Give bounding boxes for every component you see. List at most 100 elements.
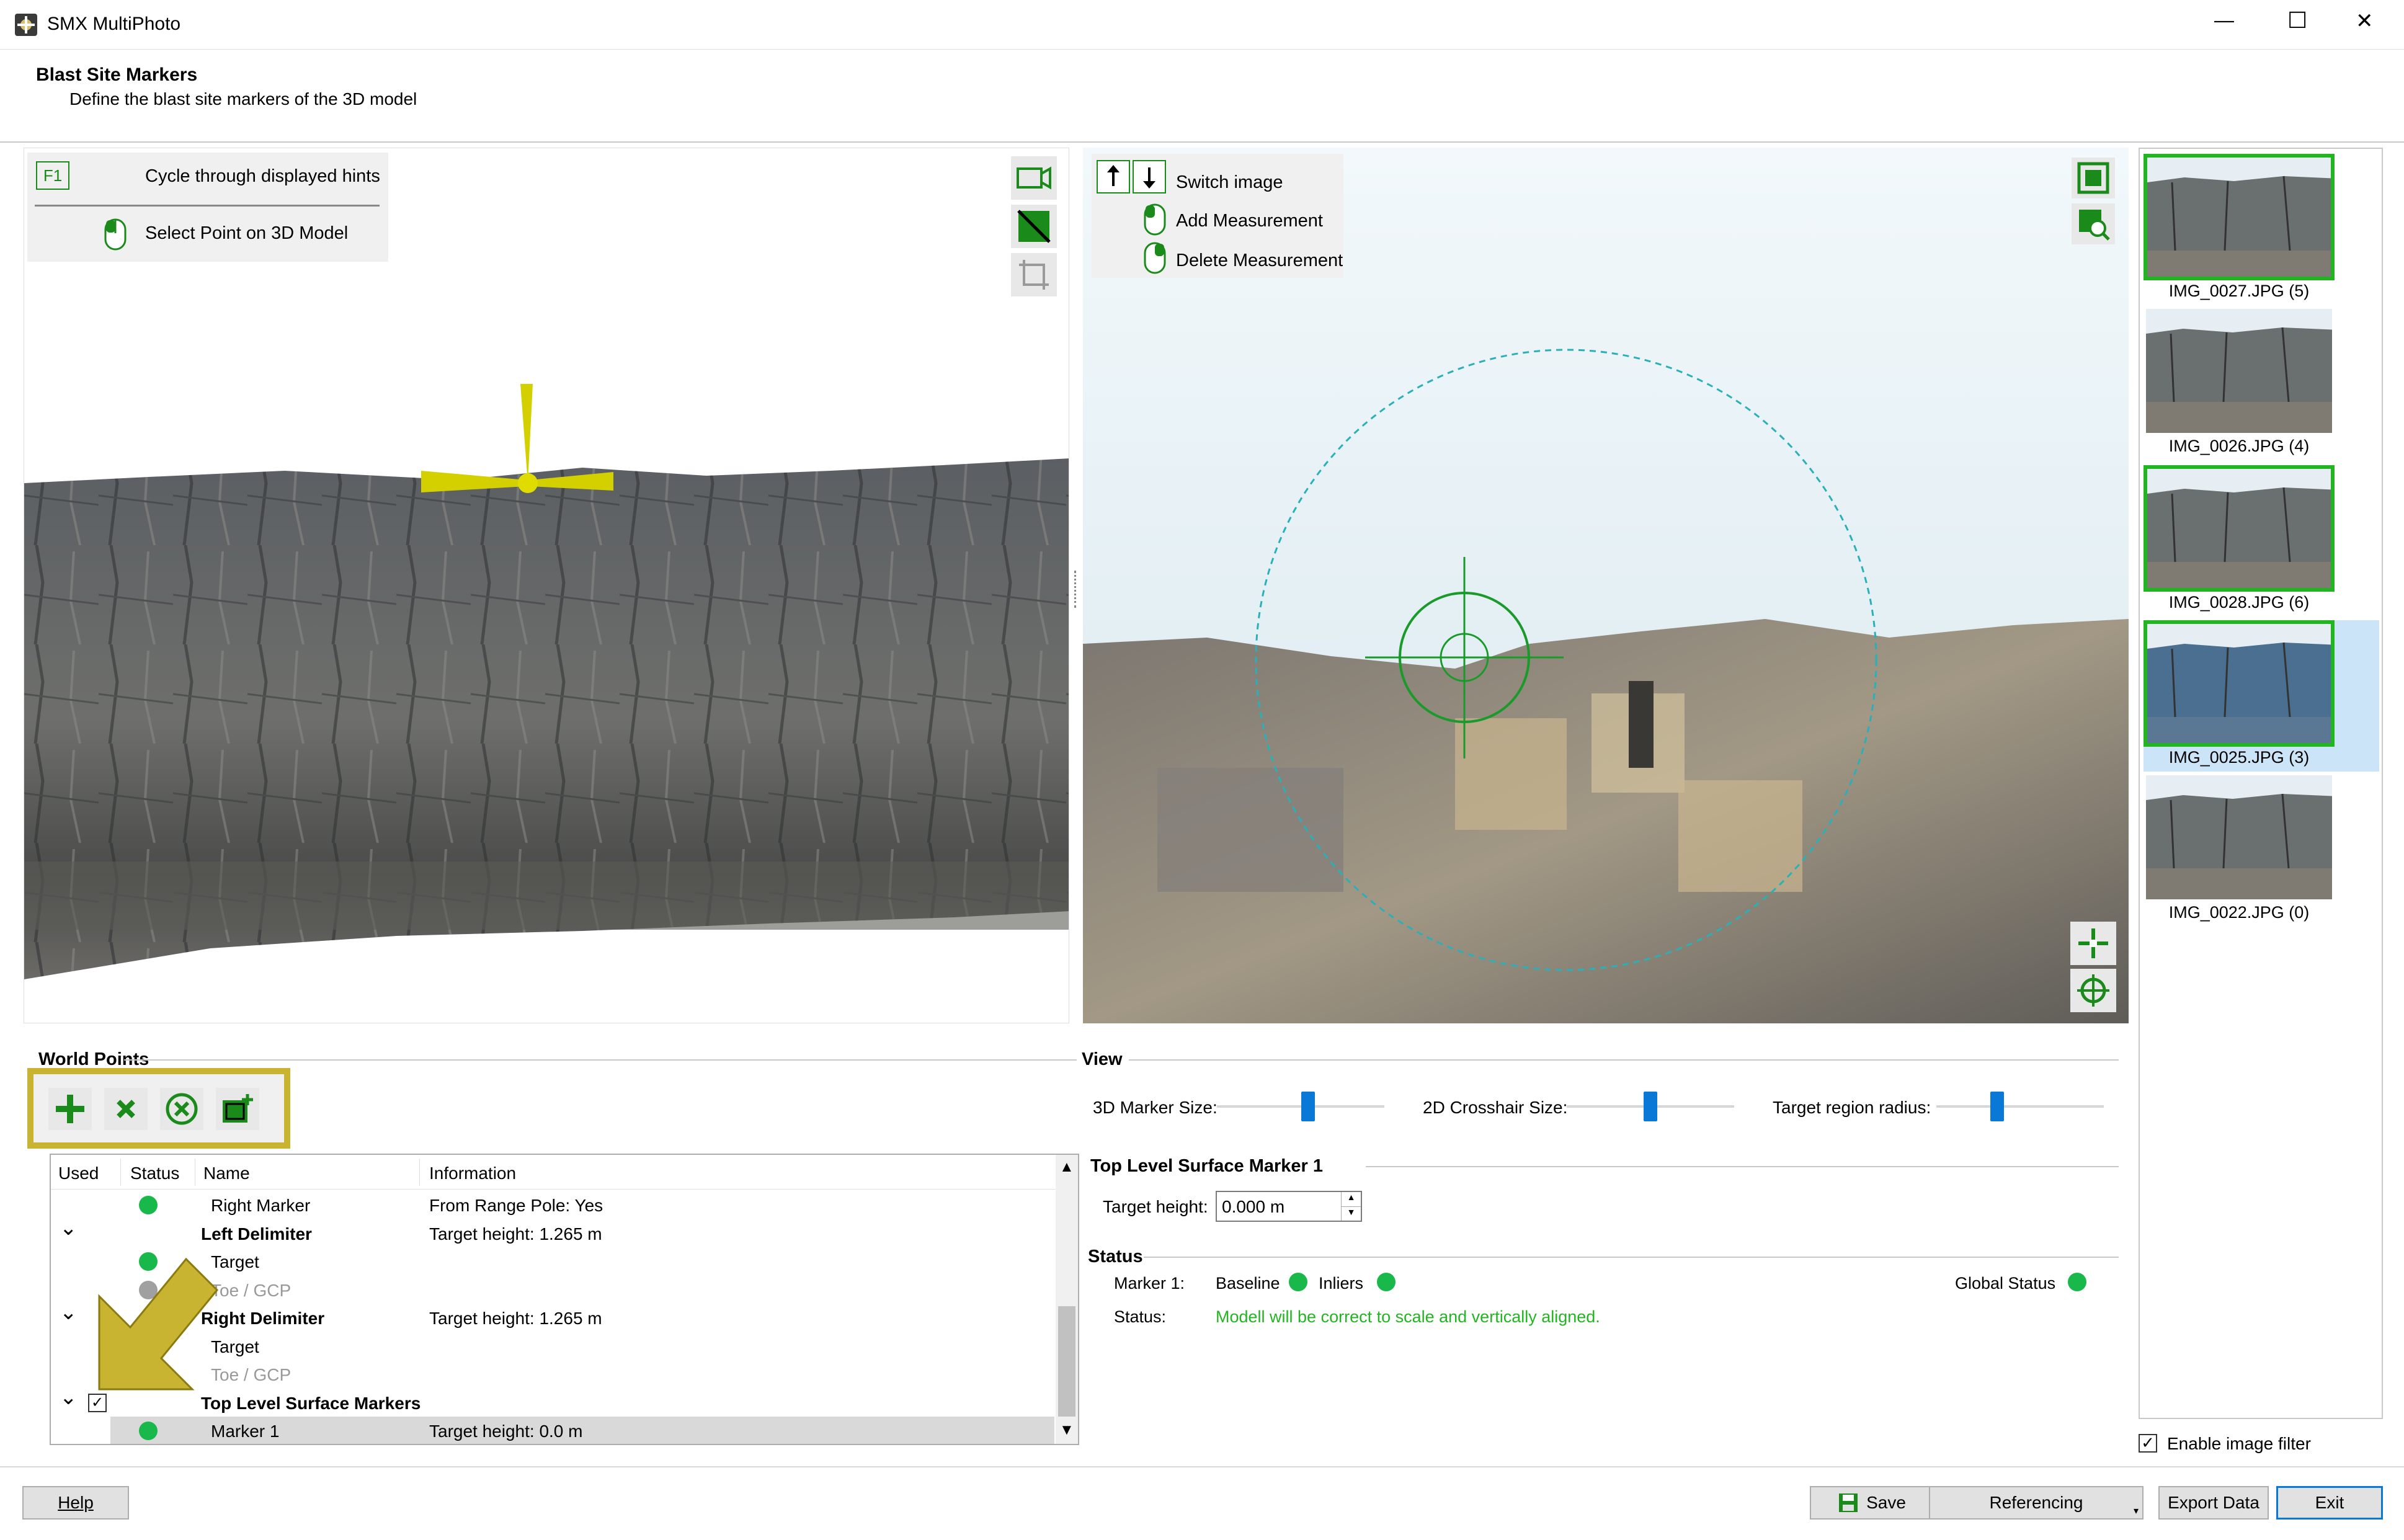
marker-divider bbox=[1366, 1166, 2119, 1167]
photo-crop bbox=[1083, 148, 2129, 1023]
add-crosshair-button[interactable] bbox=[2070, 922, 2116, 965]
tree-row[interactable]: Marker 1 Target height: 0.0 m bbox=[110, 1417, 1054, 1444]
tree-row[interactable]: Right Marker From Range Pole: Yes bbox=[51, 1191, 1054, 1219]
remove-point-button[interactable] bbox=[104, 1088, 148, 1130]
maximize-button[interactable]: ☐ bbox=[2287, 7, 2307, 33]
column-used[interactable]: Used bbox=[58, 1164, 99, 1183]
image-thumbnail-2[interactable]: IMG_0028.JPG (6) bbox=[2144, 465, 2379, 616]
column-information[interactable]: Information bbox=[429, 1164, 516, 1183]
center-target-button[interactable] bbox=[2070, 969, 2116, 1012]
crosshair-size-slider[interactable] bbox=[1567, 1092, 1734, 1121]
target-icon bbox=[2077, 974, 2109, 1007]
hint-divider bbox=[35, 205, 380, 207]
image-thumbnail-0[interactable]: IMG_0027.JPG (5) bbox=[2144, 154, 2379, 305]
column-status[interactable]: Status bbox=[130, 1164, 179, 1183]
target-radius-label: Target region radius: bbox=[1773, 1098, 1931, 1117]
crosshair-size-thumb[interactable] bbox=[1644, 1092, 1657, 1121]
hint-select: Select Point on 3D Model bbox=[145, 223, 349, 243]
fit-image-button[interactable] bbox=[2072, 158, 2115, 198]
tree-scrollbar[interactable]: ▲ ▼ bbox=[1056, 1155, 1078, 1444]
model-viewport[interactable] bbox=[24, 148, 1069, 1023]
help-label: Help bbox=[58, 1493, 94, 1512]
hint-cycle: Cycle through displayed hints bbox=[145, 166, 380, 186]
arrow-up-icon bbox=[1097, 160, 1130, 194]
zoom-icon bbox=[2079, 210, 2110, 241]
thumbnail-image bbox=[2146, 775, 2332, 899]
hint-panel-right: Switch image Add Measurement Delete Meas… bbox=[1092, 154, 1343, 278]
thumbnail-label: IMG_0026.JPG (4) bbox=[2168, 437, 2310, 455]
fit-screen-icon bbox=[2077, 162, 2109, 194]
image-thumbnail-1[interactable]: IMG_0026.JPG (4) bbox=[2144, 309, 2379, 460]
toggle-mesh-button[interactable] bbox=[1011, 205, 1057, 248]
target-height-value: 0.000 m bbox=[1222, 1197, 1285, 1216]
status-divider bbox=[1144, 1257, 2119, 1258]
minimize-button[interactable]: — bbox=[2214, 9, 2234, 32]
f1-key-icon: F1 bbox=[36, 161, 69, 190]
image-thumbnail-3[interactable]: IMG_0025.JPG (3) bbox=[2144, 620, 2379, 772]
thumbnail-image bbox=[2144, 154, 2335, 280]
mouse-right-icon bbox=[1142, 241, 1167, 278]
crosshair-plus-icon bbox=[2078, 928, 2108, 958]
status-dot bbox=[139, 1422, 158, 1440]
spin-up-icon[interactable]: ▲ bbox=[1341, 1192, 1361, 1206]
baseline-status-dot bbox=[1289, 1273, 1307, 1291]
marker-size-label: 3D Marker Size: bbox=[1093, 1098, 1218, 1117]
inliers-status-dot bbox=[1377, 1273, 1396, 1291]
mouse-left-icon bbox=[1142, 202, 1167, 240]
camera-button[interactable] bbox=[1011, 156, 1057, 200]
close-button[interactable]: ✕ bbox=[2356, 9, 2374, 33]
enable-image-filter-label: Enable image filter bbox=[2167, 1434, 2311, 1453]
diagonal-mesh-icon bbox=[1017, 210, 1051, 243]
thumbnail-image bbox=[2146, 309, 2332, 433]
hint-switch: Switch image bbox=[1176, 172, 1283, 192]
status-dot bbox=[139, 1196, 158, 1214]
clear-points-button[interactable] bbox=[160, 1088, 203, 1130]
row-information: From Range Pole: Yes bbox=[429, 1196, 603, 1215]
hint-add: Add Measurement bbox=[1176, 211, 1323, 231]
marker-panel-title: Top Level Surface Marker 1 bbox=[1090, 1156, 1324, 1176]
thumbnail-label: IMG_0027.JPG (5) bbox=[2168, 282, 2310, 300]
enable-image-filter-checkbox[interactable]: ✓ bbox=[2139, 1434, 2157, 1453]
scroll-down-arrow[interactable]: ▼ bbox=[1059, 1422, 1074, 1439]
view-divider bbox=[1129, 1059, 2119, 1061]
target-radius-thumb[interactable] bbox=[1990, 1092, 2004, 1121]
exit-button[interactable]: Exit bbox=[2276, 1486, 2383, 1520]
marker-size-thumb[interactable] bbox=[1301, 1092, 1316, 1121]
target-radius-slider[interactable] bbox=[1936, 1092, 2104, 1121]
spin-down-icon[interactable]: ▼ bbox=[1341, 1206, 1361, 1221]
image-thumbnail-4[interactable]: IMG_0022.JPG (0) bbox=[2144, 775, 2379, 927]
add-point-button[interactable] bbox=[48, 1088, 92, 1130]
crop-icon bbox=[1019, 260, 1049, 290]
import-points-button[interactable] bbox=[216, 1088, 259, 1130]
column-name[interactable]: Name bbox=[203, 1164, 250, 1183]
thumbnail-label: IMG_0028.JPG (6) bbox=[2168, 593, 2310, 612]
scroll-thumb[interactable] bbox=[1058, 1306, 1075, 1417]
expand-chevron-icon[interactable]: ⌄ bbox=[60, 1216, 78, 1240]
save-button[interactable]: Save bbox=[1810, 1486, 1934, 1520]
image-viewport[interactable] bbox=[1083, 148, 2129, 1023]
scroll-up-arrow[interactable]: ▲ bbox=[1059, 1159, 1074, 1176]
crop-button[interactable] bbox=[1011, 253, 1057, 296]
rock-face-3d-model bbox=[24, 384, 1069, 979]
splitter-handle[interactable] bbox=[1074, 571, 1078, 608]
export-data-button[interactable]: Export Data bbox=[2158, 1486, 2269, 1520]
marker-size-slider[interactable] bbox=[1217, 1092, 1384, 1121]
world-points-divider bbox=[124, 1059, 1077, 1061]
marker-status-label: Marker 1: bbox=[1114, 1274, 1185, 1293]
crosshair-size-label: 2D Crosshair Size: bbox=[1423, 1098, 1568, 1117]
exit-label: Exit bbox=[2315, 1493, 2344, 1512]
referencing-button[interactable]: Referencing ▾ bbox=[1929, 1486, 2144, 1520]
baseline-label: Baseline bbox=[1216, 1274, 1280, 1293]
thumbnail-image bbox=[2144, 620, 2335, 747]
row-information: Target height: 1.265 m bbox=[429, 1309, 602, 1328]
export-label: Export Data bbox=[2168, 1493, 2259, 1512]
page-subtitle: Define the blast site markers of the 3D … bbox=[69, 89, 417, 109]
referencing-label: Referencing bbox=[1989, 1493, 2083, 1512]
zoom-button[interactable] bbox=[2072, 203, 2115, 244]
help-button[interactable]: Help bbox=[22, 1486, 129, 1520]
tree-header: Used Status Name Information bbox=[51, 1155, 1056, 1190]
page-title: Blast Site Markers bbox=[36, 65, 198, 85]
global-status-dot bbox=[2068, 1273, 2086, 1291]
status-message: Modell will be correct to scale and vert… bbox=[1216, 1307, 1600, 1326]
target-height-input[interactable]: 0.000 m ▲ ▼ bbox=[1216, 1191, 1362, 1222]
